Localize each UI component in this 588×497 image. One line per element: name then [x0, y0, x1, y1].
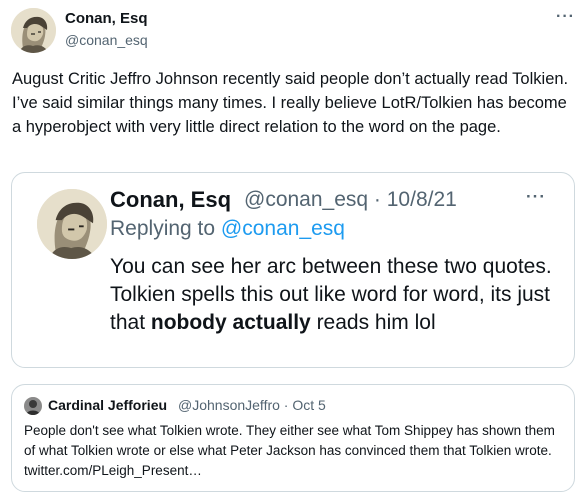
more-options-icon[interactable]: ···	[556, 8, 575, 26]
nested-author-handle: @JohnsonJeffro	[178, 397, 280, 413]
author-handle[interactable]: @conan_esq	[65, 32, 148, 48]
quoted-text-part-2: reads him lol	[310, 311, 436, 334]
quoted-author-meta: @conan_esq · 10/8/21	[244, 188, 457, 212]
nested-quote-text: People don't see what Tolkien wrote. The…	[24, 423, 555, 478]
nested-author-avatar	[24, 397, 42, 415]
quoted-author-name: Conan, Esq	[110, 187, 232, 212]
quoted-tweet-card[interactable]: Conan, Esq @conan_esq · 10/8/21 ··· Repl…	[11, 172, 575, 368]
author-avatar[interactable]	[11, 8, 56, 53]
quoted-text-bold: nobody actually	[150, 311, 311, 334]
nested-quote-card[interactable]: Cardinal Jefforieu @JohnsonJeffro · Oct …	[11, 384, 575, 492]
tweet-text: August Critic Jeffro Johnson recently sa…	[12, 70, 569, 136]
separator-dot: ·	[279, 397, 293, 413]
nested-author-name: Cardinal Jefforieu	[48, 397, 168, 413]
replying-to-label: Replying to	[110, 217, 216, 240]
replying-to-line: Replying to @conan_esq	[110, 217, 345, 241]
quoted-author-handle: @conan_esq	[244, 188, 369, 211]
quoted-date: 10/8/21	[386, 188, 457, 211]
author-name[interactable]: Conan, Esq	[65, 10, 148, 27]
quoted-more-icon: ···	[526, 187, 546, 206]
nested-date: Oct 5	[292, 397, 326, 413]
replying-to-mention[interactable]: @conan_esq	[221, 217, 345, 240]
quoted-author-avatar	[37, 189, 107, 259]
nested-author-meta: @JohnsonJeffro · Oct 5	[178, 397, 326, 413]
separator-dot: ·	[368, 188, 387, 211]
quoted-tweet-text: You can see her arc between these two qu…	[110, 253, 560, 337]
